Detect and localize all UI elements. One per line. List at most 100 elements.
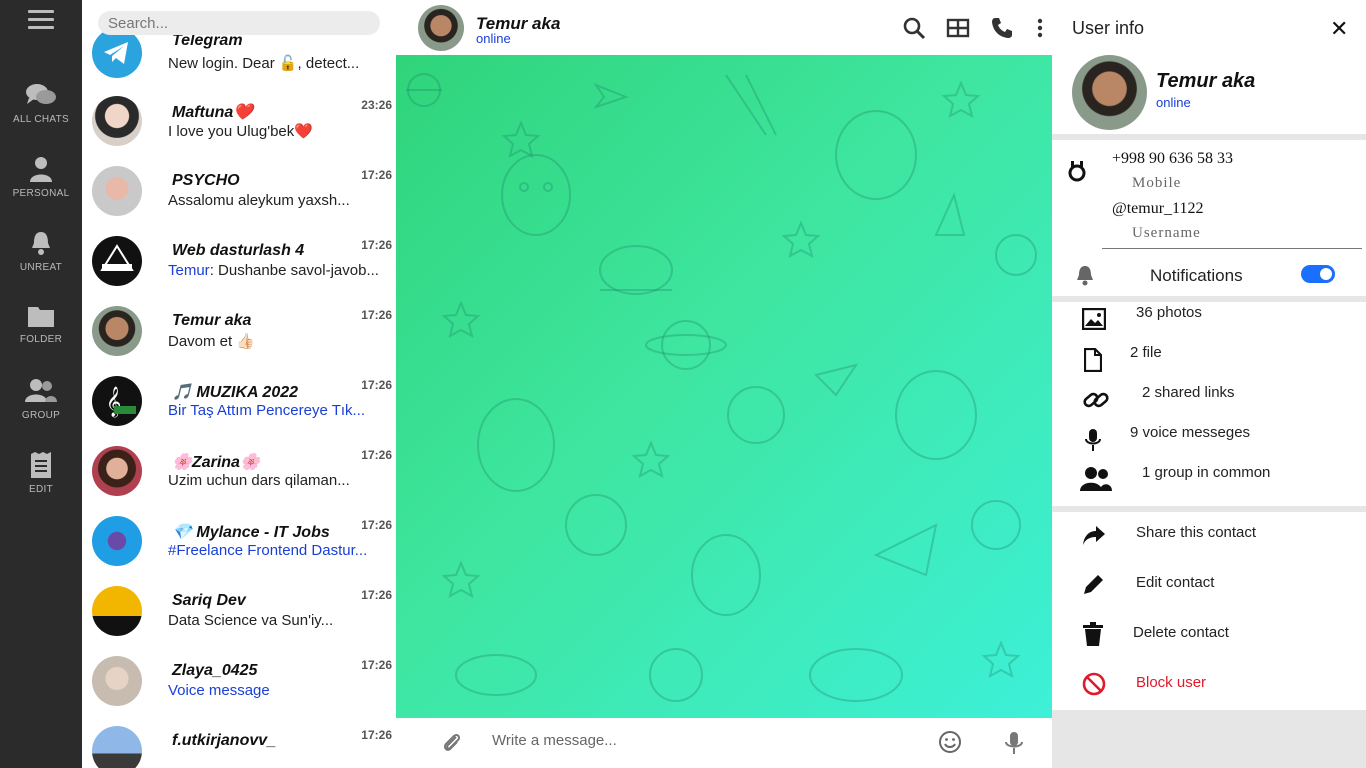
profile-name: Temur aka — [1156, 70, 1256, 92]
media-label: 9 voice messeges — [1130, 424, 1251, 441]
chat-last-message: New login. Dear 🔓, detect... — [168, 55, 360, 72]
rail-item-label: FOLDER — [19, 334, 63, 345]
message-text: : Dushanbe savol-javob... — [209, 262, 379, 279]
chat-item[interactable]: PSYCHO Assalomu aleykum yaxsh... 17:26 — [82, 166, 396, 236]
chat-list-panel: Telegram New login. Dear 🔓, detect... Ma… — [82, 0, 396, 768]
action-label: Share this contact — [1136, 524, 1257, 541]
chat-item[interactable]: Telegram New login. Dear 🔓, detect... — [82, 28, 396, 102]
pencil-icon — [1084, 575, 1103, 594]
rail-item-edit[interactable]: EDIT — [0, 452, 82, 495]
chat-name: Zlaya_0425 — [172, 662, 258, 679]
columns-icon[interactable] — [946, 16, 970, 40]
rail-item-all-chats[interactable]: ALL CHATS — [0, 82, 82, 125]
group-icon — [1080, 467, 1112, 491]
chat-name: Maftuna❤️ — [172, 104, 254, 121]
avatar — [92, 726, 142, 768]
microphone-icon[interactable] — [1002, 730, 1026, 756]
chat-last-message: Uzim uchun dars qilaman... — [168, 472, 350, 489]
action-label: Block user — [1136, 674, 1207, 691]
chat-item[interactable]: 💎 Mylance - IT Jobs #Freelance Frontend … — [82, 516, 396, 586]
rail-item-folder[interactable]: FOLDER — [0, 304, 82, 345]
phone-label: Mobile — [1132, 175, 1182, 191]
conversation-status: online — [476, 31, 511, 46]
shared-media-card: 36 photos 2 file 2 shared links 9 voice … — [1052, 302, 1366, 506]
chat-name: PSYCHO — [172, 172, 240, 189]
media-label: 2 file — [1130, 344, 1162, 361]
rail-item-label: UNREAT — [19, 262, 63, 273]
chat-time: 17:26 — [361, 238, 392, 252]
chat-name: f.utkirjanovv_ — [172, 732, 277, 749]
chat-name: Sariq Dev — [172, 592, 246, 609]
media-label: 2 shared links — [1142, 384, 1235, 401]
media-label: 36 photos — [1136, 304, 1202, 321]
rail-item-personal[interactable]: PERSONAL — [0, 156, 82, 199]
chat-item[interactable]: f.utkirjanovv_ 17:26 — [82, 726, 396, 768]
chat-item[interactable]: Zlaya_0425 Voice message 17:26 — [82, 656, 396, 726]
username-label: Username — [1132, 225, 1201, 241]
profile-avatar[interactable] — [1072, 55, 1147, 130]
rail-item-label: PERSONAL — [12, 188, 70, 199]
username-value[interactable]: @temur_1122 — [1112, 200, 1203, 218]
chat-last-message: Data Science va Sun'iy... — [168, 612, 334, 629]
rail-item-unread[interactable]: UNREAT — [0, 230, 82, 273]
avatar: 𝄞 — [92, 376, 142, 426]
bell-icon — [32, 232, 50, 255]
chat-item[interactable]: Maftuna❤️ I love you Ulug'bek❤️ 23:26 — [82, 96, 396, 166]
chats-icon — [26, 84, 56, 104]
chat-item[interactable]: Web dasturlash 4 Temur: Dushanbe savol-j… — [82, 236, 396, 306]
chat-item[interactable]: 🌸Zarina🌸 Uzim uchun dars qilaman... 17:2… — [82, 446, 396, 516]
phone-number[interactable]: +998 90 636 58 33 — [1112, 150, 1233, 168]
message-composer — [396, 718, 1052, 768]
more-vertical-icon[interactable] — [1028, 16, 1052, 40]
profile-status: online — [1156, 95, 1191, 110]
chat-item[interactable]: Temur aka Davom et 👍🏻 17:26 — [82, 306, 396, 376]
message-sender: Temur — [168, 262, 210, 279]
action-label: Edit contact — [1136, 574, 1215, 591]
chat-time: 17:26 — [361, 658, 392, 672]
block-icon — [1082, 672, 1106, 696]
paperclip-icon[interactable] — [440, 731, 464, 755]
avatar — [92, 166, 142, 216]
contact-actions-card: Share this contact Edit contact Delete c… — [1052, 512, 1366, 710]
action-label: Delete contact — [1133, 624, 1229, 641]
message-input[interactable] — [492, 732, 892, 749]
close-icon[interactable]: ✕ — [1330, 16, 1348, 42]
person-icon — [30, 157, 52, 182]
search-icon[interactable] — [902, 16, 926, 40]
chat-item[interactable]: Sariq Dev Data Science va Sun'iy... 17:2… — [82, 586, 396, 656]
search-input[interactable] — [98, 11, 380, 35]
emoji-icon[interactable] — [938, 730, 962, 754]
telegram-avatar — [92, 28, 142, 78]
group-icon — [25, 379, 57, 402]
rail-item-label: EDIT — [29, 484, 53, 495]
folder-rail: ALL CHATS PERSONAL UNREAT FOLDER GROUP E… — [0, 0, 82, 768]
media-label: 1 group in common — [1142, 464, 1271, 481]
chat-item[interactable]: 𝄞 🎵 MUZIKA 2022 Bir Taş Attım Pencereye … — [82, 376, 396, 446]
edit-icon — [31, 452, 51, 478]
rail-item-label: GROUP — [21, 410, 61, 421]
conversation-header: Temur aka online — [396, 0, 1052, 55]
web-logo-icon — [100, 244, 134, 271]
header-avatar[interactable] — [418, 5, 464, 51]
avatar — [92, 586, 142, 636]
rail-item-group[interactable]: GROUP — [0, 378, 82, 421]
telegram-logo-icon — [104, 42, 128, 64]
hamburger-menu-icon[interactable] — [28, 10, 54, 32]
info-panel-title: User info — [1072, 18, 1145, 38]
notifications-toggle[interactable] — [1301, 265, 1335, 283]
avatar — [92, 656, 142, 706]
chat-time: 23:26 — [361, 98, 392, 112]
chat-time: 17:26 — [361, 588, 392, 602]
chat-time: 17:26 — [361, 518, 392, 532]
avatar — [92, 516, 142, 566]
file-icon — [1084, 348, 1102, 372]
avatar — [92, 236, 142, 286]
chat-name: 🎵 MUZIKA 2022 — [172, 384, 299, 401]
chat-name: 💎 Mylance - IT Jobs — [172, 524, 330, 541]
phone-icon[interactable] — [990, 16, 1014, 40]
conversation-panel: Temur aka online — [396, 0, 1052, 768]
telegram-app: ALL CHATS PERSONAL UNREAT FOLDER GROUP E… — [0, 0, 1366, 768]
share-icon — [1083, 526, 1105, 545]
chat-wallpaper — [396, 55, 1052, 718]
mic-icon — [1085, 429, 1101, 451]
